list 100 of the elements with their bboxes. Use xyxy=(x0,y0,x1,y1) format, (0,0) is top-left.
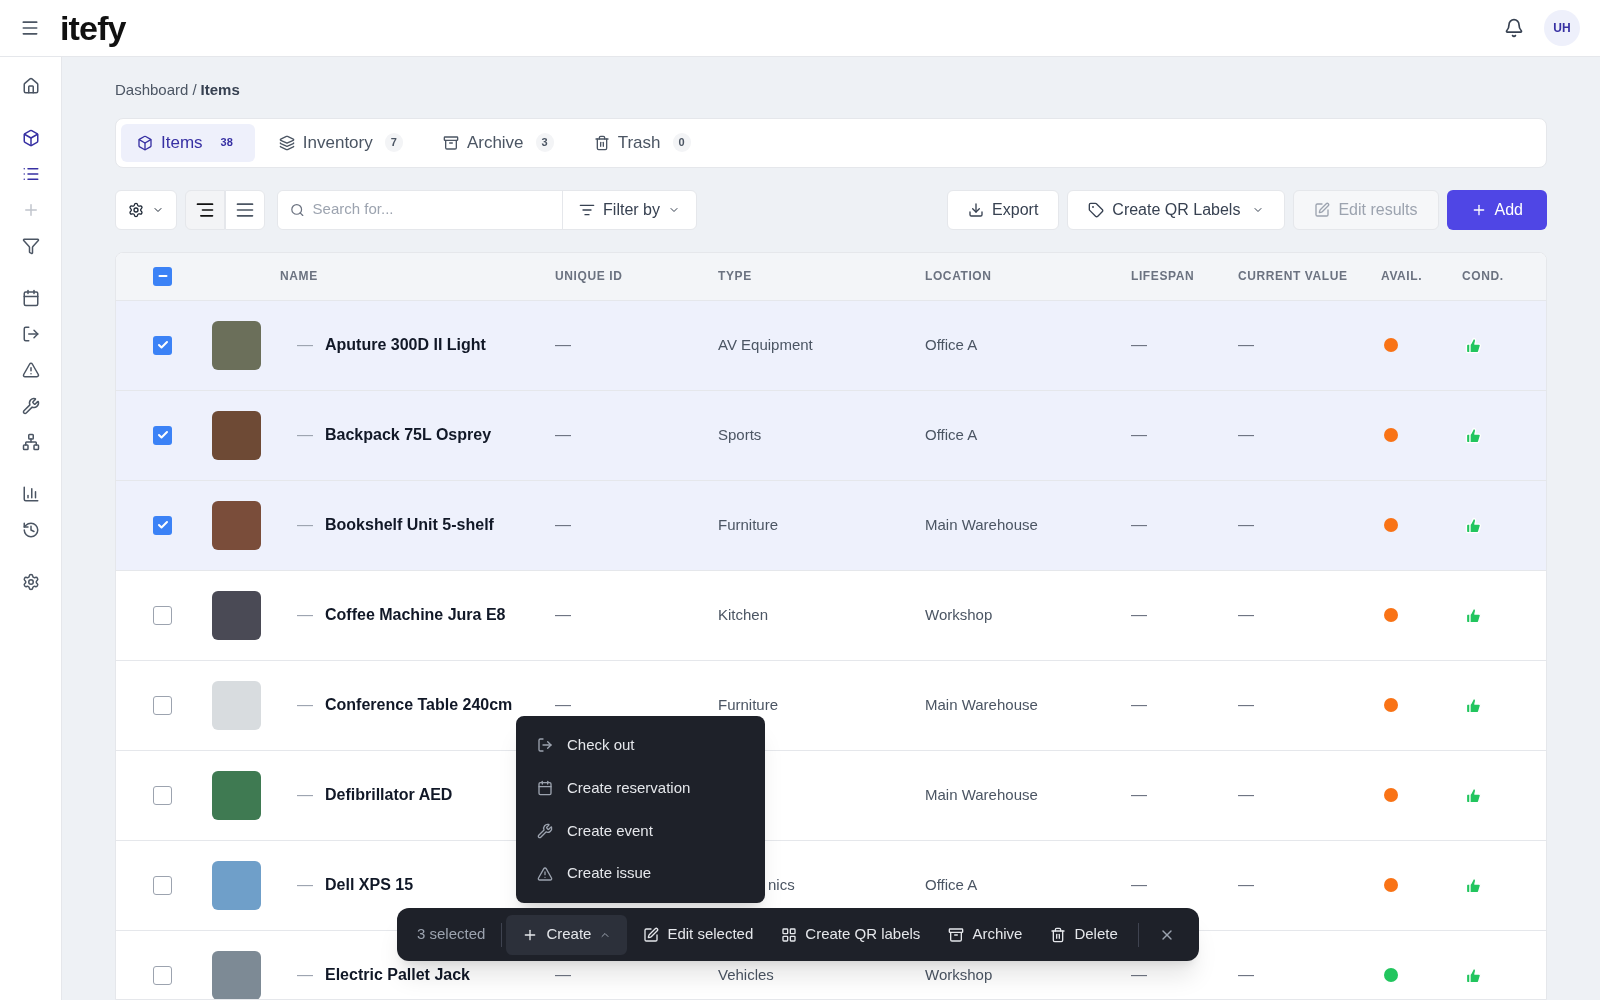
table-cell-text: — xyxy=(1238,515,1254,535)
sidebar-item[interactable] xyxy=(21,325,40,343)
people-icon xyxy=(21,433,40,451)
sidebar-item[interactable] xyxy=(21,77,40,95)
table-row[interactable]: — Backpack 75L Osprey — Sports Office A — — xyxy=(116,390,1546,481)
column-header: AVAIL. xyxy=(1381,268,1423,285)
search-input[interactable]: Search for... xyxy=(312,198,551,221)
trash-icon xyxy=(593,134,610,151)
table-cell-text: — xyxy=(1238,785,1254,805)
view-toggle[interactable] xyxy=(225,189,265,230)
table-cell-text: — xyxy=(1131,605,1147,625)
table-cell: Sports xyxy=(718,426,762,443)
tree-dash: — xyxy=(297,695,313,715)
history-icon xyxy=(21,521,40,539)
tree-dash: — xyxy=(297,605,313,625)
column-header: COND. xyxy=(1462,268,1504,285)
row-checkbox[interactable] xyxy=(153,785,172,805)
menu-item[interactable]: Create reservation xyxy=(516,776,765,800)
grid-icon xyxy=(781,926,798,943)
photo-placeholder xyxy=(212,500,261,550)
menu-item[interactable]: Create event xyxy=(516,819,765,843)
qr-labels-dropdown[interactable]: Create QR Labels xyxy=(1067,189,1286,230)
tab[interactable]: Archive 3 xyxy=(426,123,570,162)
table-row[interactable]: — Aputure 300D II Light — AV Equipment Office A — — xyxy=(116,300,1546,391)
sidebar-item[interactable] xyxy=(21,289,40,307)
column-header: NAME xyxy=(280,268,318,285)
tab-count: 3 xyxy=(535,133,554,152)
table-cell-text: — xyxy=(1238,965,1254,985)
notifications-button[interactable] xyxy=(1504,18,1524,38)
table-cell: Vehicles xyxy=(718,966,774,983)
tab[interactable]: Items 38 xyxy=(121,123,255,162)
thumbs-up-icon xyxy=(1465,876,1482,894)
check-icon xyxy=(156,339,169,351)
item-name[interactable]: Coffee Machine Jura E8 xyxy=(325,603,506,627)
filter-dropdown[interactable]: Filter by xyxy=(563,190,696,229)
table-row[interactable]: — Bookshelf Unit 5-shelf — Furniture Main Warehouse — — xyxy=(116,480,1546,571)
sidebar-item[interactable] xyxy=(21,397,40,415)
table-cell-text: — xyxy=(1238,335,1254,355)
export-button[interactable]: Export xyxy=(947,189,1060,230)
menu-button[interactable] xyxy=(20,18,40,38)
column-header: LIFESPAN xyxy=(1131,268,1195,285)
item-name[interactable]: Defibrillator AED xyxy=(325,783,453,807)
trash-icon xyxy=(1050,926,1067,943)
user-avatar[interactable]: UH xyxy=(1544,10,1580,46)
table-cell-text: — xyxy=(555,425,571,445)
item-name[interactable]: Conference Table 240cm xyxy=(325,693,513,717)
sidebar-item[interactable] xyxy=(21,433,40,451)
table-cell-text: — xyxy=(555,335,571,355)
sidebar-item[interactable] xyxy=(21,573,40,591)
table-cell: Furniture xyxy=(718,696,779,713)
tab[interactable]: Inventory 7 xyxy=(262,123,419,162)
sidebar-item[interactable] xyxy=(21,129,40,147)
row-checkbox[interactable] xyxy=(153,695,172,715)
photo-placeholder xyxy=(212,320,261,370)
tab[interactable]: Trash 0 xyxy=(577,123,707,162)
photo-placeholder xyxy=(212,770,261,820)
breadcrumb-link[interactable]: Dashboard xyxy=(115,79,189,102)
search-icon xyxy=(290,201,305,218)
row-checkbox[interactable] xyxy=(153,875,172,895)
settings-dropdown[interactable] xyxy=(115,189,177,230)
row-checkbox[interactable] xyxy=(153,965,172,985)
sidebar-item[interactable] xyxy=(21,237,40,255)
create-dropdown[interactable]: Create xyxy=(506,914,628,955)
add-button[interactable]: Add xyxy=(1446,189,1547,230)
view-toggle[interactable] xyxy=(185,189,225,230)
box-icon xyxy=(137,134,153,151)
check-icon xyxy=(156,519,169,531)
item-name[interactable]: Backpack 75L Osprey xyxy=(325,423,492,447)
calendar-icon xyxy=(21,289,40,307)
bar-chart-icon xyxy=(21,485,40,503)
item-name[interactable]: Electric Pallet Jack xyxy=(325,963,470,987)
menu-item[interactable]: Create issue xyxy=(516,862,765,885)
home-icon xyxy=(21,77,40,95)
warning-icon xyxy=(537,865,553,882)
item-name[interactable]: Dell XPS 15 xyxy=(325,873,414,897)
table-cell-text: Main Warehouse xyxy=(925,694,1038,715)
row-checkbox[interactable] xyxy=(153,425,172,445)
select-all-checkbox[interactable] xyxy=(153,266,172,286)
table-cell-text: — xyxy=(555,605,571,625)
item-name[interactable]: Bookshelf Unit 5-shelf xyxy=(325,513,494,537)
sidebar-item[interactable] xyxy=(21,165,40,183)
photo-placeholder xyxy=(212,590,261,640)
table-cell: Kitchen xyxy=(718,606,769,623)
photo-placeholder xyxy=(212,950,261,999)
row-checkbox[interactable] xyxy=(153,605,172,625)
sidebar-item[interactable] xyxy=(21,485,40,503)
tag-icon xyxy=(1088,201,1105,218)
settings-icon xyxy=(21,573,40,591)
column-header: CURRENT VALUE xyxy=(1238,268,1348,285)
download-icon xyxy=(968,201,985,218)
sidebar-item[interactable] xyxy=(21,521,40,539)
sidebar-item[interactable] xyxy=(21,361,40,379)
row-checkbox[interactable] xyxy=(153,335,172,355)
item-name[interactable]: Aputure 300D II Light xyxy=(325,333,486,357)
row-checkbox[interactable] xyxy=(153,515,172,535)
thumbs-up-icon xyxy=(1465,336,1482,354)
funnel-icon xyxy=(21,237,40,255)
thumbs-up-icon xyxy=(1465,516,1482,534)
photo-placeholder xyxy=(212,680,261,730)
column-header: UNIQUE ID xyxy=(555,268,623,285)
